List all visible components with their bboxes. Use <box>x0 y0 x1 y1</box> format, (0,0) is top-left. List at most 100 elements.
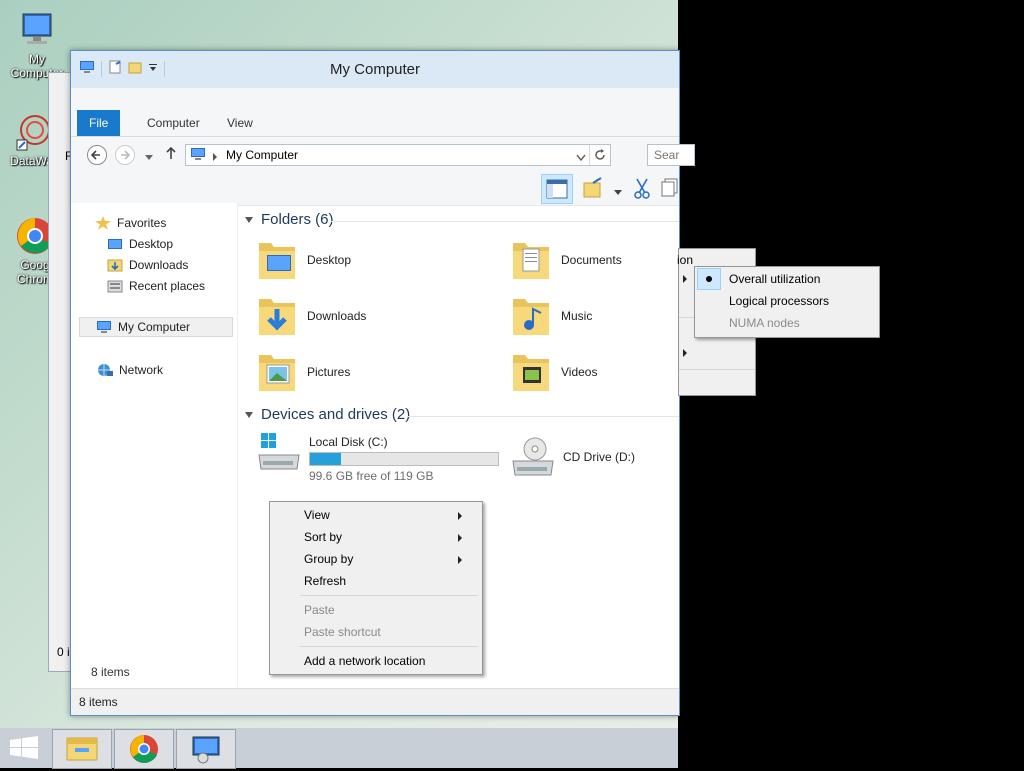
drive-d[interactable]: CD Drive (D:) <box>509 435 635 479</box>
forward-button[interactable] <box>115 145 135 165</box>
menu-label: Refresh <box>304 574 347 588</box>
arrow-left-icon <box>90 150 100 160</box>
menu-item-numa-nodes[interactable]: NUMA nodes <box>729 312 879 334</box>
taskbar-chrome[interactable] <box>114 729 174 769</box>
drive-c[interactable]: Local Disk (C:) 99.6 GB free of 119 GB <box>255 431 499 483</box>
preview-pane-button[interactable] <box>541 174 573 204</box>
item-label: Videos <box>561 365 598 379</box>
taskbar-control-panel[interactable] <box>176 729 236 769</box>
menu-separator <box>300 646 478 647</box>
menu-item-paste-shortcut[interactable]: Paste shortcut <box>304 621 474 643</box>
folder-music[interactable]: Music <box>511 295 592 337</box>
folder-downloads[interactable]: Downloads <box>257 295 366 337</box>
folder-documents[interactable]: Documents <box>511 239 622 281</box>
cd-drive-icon <box>509 435 557 479</box>
folder-pictures[interactable]: Pictures <box>257 351 350 393</box>
computer-small-icon <box>190 147 206 164</box>
menu-item-overall-utilization[interactable]: Overall utilization <box>729 268 879 290</box>
chevron-down-icon[interactable] <box>614 185 622 199</box>
breadcrumb-chevron-icon[interactable] <box>212 150 218 164</box>
downloads-icon <box>107 259 123 272</box>
videos-folder-icon <box>511 351 551 393</box>
downloads-folder-icon <box>257 295 297 337</box>
menu-label: Paste shortcut <box>304 625 381 639</box>
background-window-status: 0 i <box>57 645 70 659</box>
partial-menu-text: ion <box>677 253 694 267</box>
music-folder-icon <box>511 295 551 337</box>
collapse-icon <box>245 216 253 223</box>
start-button[interactable] <box>8 736 40 763</box>
folder-videos[interactable]: Videos <box>511 351 597 393</box>
my-computer-desktop-icon[interactable]: My Computer <box>2 10 72 80</box>
menu-item-view[interactable]: View <box>304 504 474 526</box>
submenu-arrow-icon <box>683 349 687 357</box>
up-arrow-icon[interactable] <box>165 146 177 163</box>
window-title: My Computer <box>329 61 421 78</box>
nav-label: Network <box>119 363 164 377</box>
item-label: Documents <box>561 253 622 267</box>
drive-usage-fill <box>310 453 341 465</box>
nav-label: Downloads <box>129 258 189 272</box>
computer-icon <box>97 321 111 333</box>
tab-file[interactable]: File <box>77 110 121 136</box>
desktop-icon <box>108 239 122 249</box>
arrow-right-icon <box>121 150 131 160</box>
status-item-count: 8 items <box>79 695 118 709</box>
drive-c-info: Local Disk (C:) 99.6 GB free of 119 GB <box>309 431 499 483</box>
folder-desktop[interactable]: Desktop <box>257 239 351 281</box>
recent-locations-icon[interactable] <box>145 150 153 164</box>
nav-favorites[interactable]: Favorites <box>95 213 166 233</box>
nav-recent-places[interactable]: Recent places <box>107 276 205 296</box>
submenu-arrow-icon <box>458 556 462 564</box>
menu-item-paste[interactable]: Paste <box>304 599 474 621</box>
nav-network[interactable]: Network <box>97 360 163 380</box>
taskbar-file-explorer[interactable] <box>52 729 112 769</box>
network-icon <box>98 364 113 376</box>
drive-name: Local Disk (C:) <box>309 435 388 449</box>
control-panel-icon <box>192 736 220 764</box>
folder-options-icon[interactable] <box>583 177 605 202</box>
file-explorer-icon <box>66 737 98 761</box>
address-text: My Computer <box>226 148 299 162</box>
refresh-button[interactable] <box>589 145 610 165</box>
search-input[interactable]: Sear <box>647 144 695 166</box>
menu-item-group-by[interactable]: Group by <box>304 548 474 570</box>
menu-item-refresh[interactable]: Refresh <box>304 570 474 592</box>
nav-desktop[interactable]: Desktop <box>107 234 173 254</box>
address-bar[interactable]: My Computer <box>185 144 611 166</box>
menu-label: Paste <box>304 603 335 617</box>
submenu-arrow-icon <box>458 534 462 542</box>
layout-icon <box>546 179 568 199</box>
group-header-folders[interactable]: Folders (6) <box>239 211 334 228</box>
tab-computer[interactable]: Computer <box>135 110 212 136</box>
nav-downloads[interactable]: Downloads <box>107 255 188 275</box>
submenu-arrow-icon <box>458 512 462 520</box>
menu-label: Sort by <box>304 530 343 544</box>
utilization-submenu: Overall utilization Logical processors N… <box>694 266 880 338</box>
menu-item-add-network-location[interactable]: Add a network location <box>304 650 474 672</box>
nav-my-computer[interactable]: My Computer <box>79 317 233 337</box>
back-button[interactable] <box>87 145 107 165</box>
radio-dot-icon <box>706 276 712 282</box>
chevron-down-icon[interactable] <box>576 151 586 165</box>
tab-view[interactable]: View <box>215 110 265 136</box>
pane-item-count: 8 items <box>91 665 130 679</box>
nav-label: Desktop <box>129 237 174 251</box>
scissors-icon[interactable] <box>633 177 651 202</box>
pictures-folder-icon <box>257 351 297 393</box>
status-bar: 8 items <box>71 688 679 715</box>
drive-usage-bar <box>309 452 499 466</box>
menu-separator <box>300 595 478 596</box>
title-bar[interactable]: My Computer <box>71 51 679 88</box>
item-label: Pictures <box>307 365 351 379</box>
menu-label: View <box>304 508 330 522</box>
menu-item-logical-processors[interactable]: Logical processors <box>729 290 879 312</box>
menu-item-sort-by[interactable]: Sort by <box>304 526 474 548</box>
view-toolbar <box>71 171 679 206</box>
copy-icon[interactable] <box>661 178 679 201</box>
hard-drive-icon <box>255 431 303 475</box>
group-header-devices[interactable]: Devices and drives (2) <box>239 406 410 423</box>
star-icon <box>95 216 111 230</box>
item-label: Desktop <box>307 253 352 267</box>
ribbon-tabs: File Computer View <box>71 110 679 137</box>
